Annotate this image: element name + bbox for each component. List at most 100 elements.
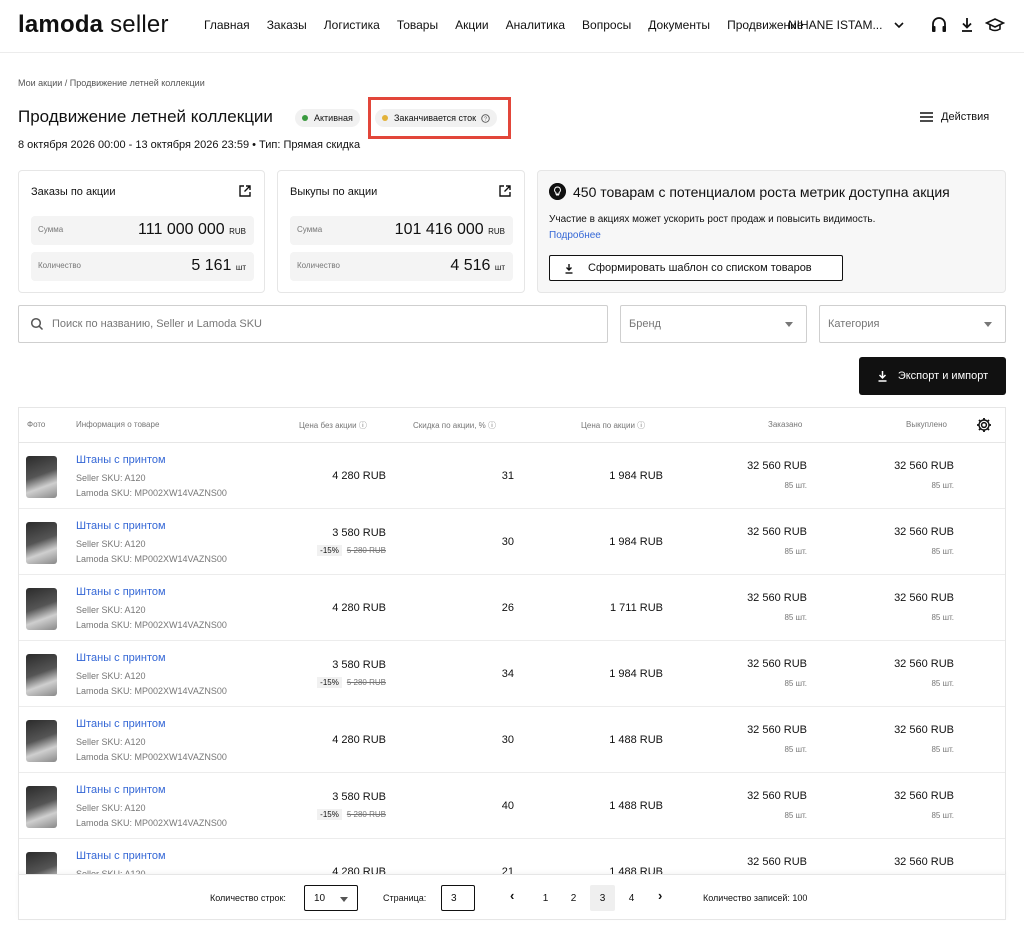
chevron-down-icon[interactable]	[894, 15, 904, 35]
logo[interactable]: lamoda seller	[18, 11, 169, 39]
promo-text: Участие в акциях может ускорить рост про…	[549, 214, 876, 225]
old-price: 5 280 RUB	[346, 810, 386, 819]
prev-page-icon[interactable]: ‹	[510, 888, 514, 903]
pagination-bar: Количество строк: 10 Страница: 3 ‹ 1 2 3…	[18, 874, 1006, 920]
user-menu[interactable]: NIHANE ISTAM...	[788, 18, 882, 32]
page-button-4[interactable]: 4	[619, 885, 644, 911]
product-photo[interactable]	[26, 852, 57, 875]
product-photo[interactable]	[26, 786, 57, 828]
table-row[interactable]: Штаны с принтом Seller SKU: A120 Lamoda SK…	[19, 575, 1005, 641]
promo-price: 1 984 RUB	[609, 536, 663, 548]
table-row[interactable]: Штаны с принтом Seller SKU: A120 Lamoda SK…	[19, 509, 1005, 575]
column-header-label: Скидка по акции, %	[413, 421, 486, 430]
product-name-link[interactable]: Штаны с принтом	[76, 454, 166, 466]
price-discount-info: -15% 5 280 RUB	[317, 677, 386, 688]
orders-sum: Сумма 111 000 000 RUB	[31, 216, 254, 245]
help-icon[interactable]: ⓘ	[488, 421, 496, 430]
product-photo[interactable]	[26, 654, 57, 696]
brand-select-label: Бренд	[629, 318, 661, 330]
page-input[interactable]: 3	[441, 885, 475, 911]
product-name-link[interactable]: Штаны с принтом	[76, 784, 166, 796]
buyouts-sum: Сумма 101 416 000 RUB	[290, 216, 513, 245]
table-row[interactable]: Штаны с принтом Seller SKU: A120 Lamoda SK…	[19, 443, 1005, 509]
lamoda-sku: Lamoda SKU: MP002XW14VAZNS00	[76, 554, 227, 564]
column-header-promo-price[interactable]: Цена по акции ⓘ	[581, 420, 645, 431]
product-name-link[interactable]: Штаны с принтом	[76, 850, 166, 862]
external-link-icon[interactable]	[498, 184, 512, 198]
nav-item-home[interactable]: Главная	[204, 18, 250, 32]
stat-number: 4 516	[450, 257, 491, 274]
product-name-link[interactable]: Штаны с принтом	[76, 718, 166, 730]
bought-sum: 32 560 RUB	[894, 658, 954, 670]
actions-button[interactable]: Действия	[920, 111, 989, 123]
page-button-2[interactable]: 2	[561, 885, 586, 911]
stat-unit: шт	[494, 263, 505, 272]
column-header-discount[interactable]: Скидка по акции, % ⓘ	[413, 420, 496, 431]
brand-select[interactable]: Бренд	[620, 305, 807, 343]
ordered-sum: 32 560 RUB	[747, 592, 807, 604]
product-photo[interactable]	[26, 522, 57, 564]
table-row[interactable]: Штаны с принтом Seller SKU: A120 Lamoda SK…	[19, 707, 1005, 773]
rows-per-page-label: Количество строк:	[210, 893, 286, 903]
price-without-promo: 4 280 RUB	[332, 470, 386, 482]
table-row[interactable]: Штаны с принтом Seller SKU: A120 4 280 RUB…	[19, 839, 1005, 875]
table-row[interactable]: Штаны с принтом Seller SKU: A120 Lamoda SK…	[19, 641, 1005, 707]
rows-per-page-value: 10	[314, 892, 326, 904]
external-link-icon[interactable]	[238, 184, 252, 198]
gear-icon[interactable]	[976, 417, 992, 433]
generate-template-button[interactable]: Сформировать шаблон со списком товаров	[549, 255, 843, 281]
nav-item-orders[interactable]: Заказы	[267, 18, 307, 32]
price-without-promo: 3 580 RUB	[332, 527, 386, 539]
column-header-price[interactable]: Цена без акции ⓘ	[299, 420, 367, 431]
product-photo[interactable]	[26, 588, 57, 630]
product-photo[interactable]	[26, 720, 57, 762]
headphones-icon[interactable]	[929, 15, 949, 35]
breadcrumb[interactable]: Мои акции / Продвижение летней коллекции	[18, 78, 205, 88]
page-button-3[interactable]: 3	[590, 885, 615, 911]
help-icon[interactable]: ⓘ	[637, 421, 645, 430]
bought-sum: 32 560 RUB	[894, 592, 954, 604]
category-select[interactable]: Категория	[819, 305, 1006, 343]
promo-more-link[interactable]: Подробнее	[549, 230, 601, 241]
buyouts-card-title: Выкупы по акции	[290, 186, 378, 198]
next-page-icon[interactable]: ›	[658, 888, 662, 903]
export-import-button[interactable]: Экспорт и импорт	[859, 357, 1006, 395]
stat-label: Количество	[38, 261, 81, 270]
product-name-link[interactable]: Штаны с принтом	[76, 652, 166, 664]
nav-item-promos[interactable]: Акции	[455, 18, 489, 32]
ordered-qty: 85 шт.	[784, 811, 807, 820]
nav-item-analytics[interactable]: Аналитика	[506, 18, 565, 32]
product-name-link[interactable]: Штаны с принтом	[76, 586, 166, 598]
lamoda-sku: Lamoda SKU: MP002XW14VAZNS00	[76, 752, 227, 762]
status-badge-active: Активная	[295, 109, 360, 127]
ordered-qty: 85 шт.	[784, 613, 807, 622]
stat-unit: RUB	[229, 227, 246, 236]
nav-item-products[interactable]: Товары	[397, 18, 438, 32]
buyouts-card: Выкупы по акции Сумма 101 416 000 RUB Ко…	[277, 170, 525, 293]
download-icon[interactable]	[957, 15, 977, 35]
buyouts-qty: Количество 4 516 шт	[290, 252, 513, 281]
export-import-label: Экспорт и импорт	[897, 370, 989, 382]
product-photo[interactable]	[26, 456, 57, 498]
column-header-ordered: Заказано	[768, 420, 803, 429]
nav-item-documents[interactable]: Документы	[648, 18, 710, 32]
table-row[interactable]: Штаны с принтом Seller SKU: A120 Lamoda SK…	[19, 773, 1005, 839]
discount-percent-badge: -15%	[317, 809, 342, 820]
bought-sum: 32 560 RUB	[894, 724, 954, 736]
graduation-cap-icon[interactable]	[985, 15, 1005, 35]
ordered-qty: 85 шт.	[784, 547, 807, 556]
help-icon[interactable]: ⓘ	[359, 421, 367, 430]
search-input[interactable]: Поиск по названию, Seller и Lamoda SKU	[18, 305, 608, 343]
ordered-sum: 32 560 RUB	[747, 856, 807, 868]
page: lamoda seller Главная Заказы Логистика Т…	[0, 0, 1024, 931]
rows-per-page-select[interactable]: 10	[304, 885, 358, 911]
page-button-1[interactable]: 1	[533, 885, 558, 911]
products-table: Фото Информация о товаре Цена без акции …	[18, 407, 1006, 875]
page-input-value: 3	[451, 892, 457, 904]
ordered-sum: 32 560 RUB	[747, 658, 807, 670]
nav-item-questions[interactable]: Вопросы	[582, 18, 631, 32]
price-without-promo: 3 580 RUB	[332, 659, 386, 671]
product-name-link[interactable]: Штаны с принтом	[76, 520, 166, 532]
bought-qty: 85 шт.	[931, 679, 954, 688]
nav-item-logistics[interactable]: Логистика	[324, 18, 380, 32]
